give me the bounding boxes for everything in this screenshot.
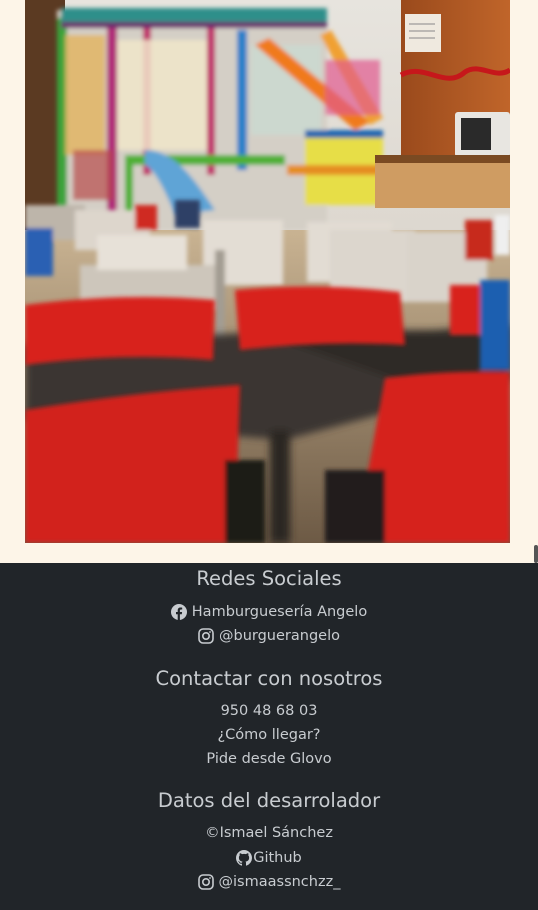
github-link[interactable]: Github	[0, 850, 538, 866]
instagram-icon	[198, 628, 214, 644]
instagram-icon	[197, 874, 214, 890]
developer-instagram-label: @ismaassnchzz_	[218, 874, 341, 890]
instagram-link[interactable]: @burguerangelo	[0, 628, 538, 644]
social-heading: Redes Sociales	[196, 567, 342, 590]
github-link-label: Github	[253, 850, 302, 866]
developer-heading: Datos del desarrolador	[157, 789, 381, 812]
copyright-text: ©Ismael Sánchez	[205, 825, 333, 841]
facebook-icon	[170, 604, 187, 620]
scrollbar-thumb[interactable]	[534, 545, 538, 563]
hero-section	[0, 0, 538, 563]
instagram-link-label: @burguerangelo	[219, 628, 340, 644]
contact-heading: Contactar con nosotros	[155, 667, 383, 690]
glovo-link[interactable]: Pide desde Glovo	[0, 751, 538, 767]
developer-instagram-link[interactable]: @ismaassnchzz_	[0, 874, 538, 890]
facebook-link[interactable]: Hamburguesería Angelo	[0, 604, 538, 620]
restaurant-photo	[25, 0, 510, 543]
github-icon	[236, 850, 253, 866]
phone-link[interactable]: 950 48 68 03	[0, 703, 538, 719]
directions-link[interactable]: ¿Cómo llegar?	[0, 727, 538, 743]
site-footer: Redes Sociales Hamburguesería Angelo @bu…	[0, 563, 538, 910]
facebook-link-label: Hamburguesería Angelo	[191, 604, 368, 620]
